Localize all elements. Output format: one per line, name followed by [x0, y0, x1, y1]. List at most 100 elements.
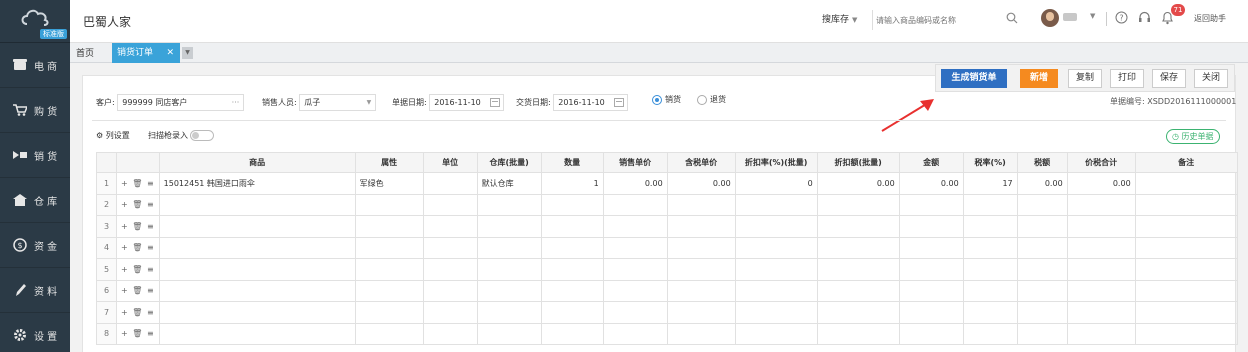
- more-icon[interactable]: ···: [232, 95, 240, 110]
- cell-amount[interactable]: [898, 236, 964, 259]
- cell-amount[interactable]: 0.00: [898, 172, 964, 195]
- print-button[interactable]: 打印: [1110, 69, 1144, 88]
- cell-tax-price[interactable]: [666, 322, 736, 345]
- cell-warehouse[interactable]: [476, 215, 542, 238]
- row-actions[interactable]: + 🗑 ≡: [116, 258, 160, 281]
- cell-note[interactable]: [1134, 172, 1238, 195]
- cell-amount[interactable]: [898, 279, 964, 302]
- cell-tax-price[interactable]: [666, 258, 736, 281]
- cell-unit[interactable]: [422, 301, 478, 324]
- cell-price[interactable]: [602, 193, 668, 216]
- cell-attr[interactable]: [354, 236, 424, 259]
- cell-discount-rate[interactable]: 0: [734, 172, 818, 195]
- cell-qty[interactable]: [540, 258, 604, 281]
- cell-price[interactable]: [602, 258, 668, 281]
- sidebar-item-data[interactable]: 资 料: [0, 268, 70, 313]
- row-actions[interactable]: + 🗑 ≡: [116, 301, 160, 324]
- customer-input[interactable]: 999999 同店客户 ···: [117, 94, 245, 111]
- cell-total[interactable]: [1066, 193, 1136, 216]
- cell-price[interactable]: [602, 236, 668, 259]
- cell-tax-rate[interactable]: [962, 279, 1018, 302]
- cell-total[interactable]: [1066, 279, 1136, 302]
- cell-price[interactable]: [602, 301, 668, 324]
- cell-qty[interactable]: [540, 236, 604, 259]
- cell-tax-rate[interactable]: [962, 236, 1018, 259]
- table-row[interactable]: 2 + 🗑 ≡: [96, 193, 1238, 216]
- cell-unit[interactable]: [422, 215, 478, 238]
- tab-sales-order[interactable]: 销货订单 ✕: [112, 43, 180, 63]
- cell-tax-rate[interactable]: [962, 258, 1018, 281]
- cell-attr[interactable]: [354, 215, 424, 238]
- cell-amount[interactable]: [898, 301, 964, 324]
- table-row[interactable]: 7 + 🗑 ≡: [96, 301, 1238, 324]
- cell-note[interactable]: [1134, 215, 1238, 238]
- cell-product[interactable]: [158, 258, 356, 281]
- cell-discount-amt[interactable]: [816, 322, 900, 345]
- search-scope-select[interactable]: 搜库存 ▼: [822, 12, 857, 25]
- cell-attr[interactable]: 军绿色: [354, 172, 424, 195]
- cell-warehouse[interactable]: [476, 193, 542, 216]
- cell-discount-rate[interactable]: [734, 301, 818, 324]
- row-actions[interactable]: + 🗑 ≡: [116, 172, 160, 195]
- cell-unit[interactable]: [422, 322, 478, 345]
- cell-tax[interactable]: [1016, 279, 1068, 302]
- calendar-icon[interactable]: [614, 98, 625, 107]
- cell-warehouse[interactable]: [476, 279, 542, 302]
- cell-tax-rate[interactable]: [962, 193, 1018, 216]
- sidebar-item-ecommerce[interactable]: 电 商: [0, 43, 70, 88]
- cell-tax[interactable]: 0.00: [1016, 172, 1068, 195]
- cell-total[interactable]: [1066, 236, 1136, 259]
- cell-discount-rate[interactable]: [734, 258, 818, 281]
- cell-unit[interactable]: [422, 279, 478, 302]
- cell-discount-rate[interactable]: [734, 236, 818, 259]
- table-row[interactable]: 8 + 🗑 ≡: [96, 322, 1238, 345]
- username-redacted[interactable]: [1063, 13, 1077, 21]
- close-icon[interactable]: ✕: [166, 43, 174, 63]
- cell-attr[interactable]: [354, 193, 424, 216]
- headset-icon[interactable]: [1138, 11, 1151, 24]
- cell-discount-amt[interactable]: [816, 236, 900, 259]
- cell-attr[interactable]: [354, 322, 424, 345]
- cell-tax-price[interactable]: 0.00: [666, 172, 736, 195]
- tab-home[interactable]: 首页: [76, 46, 94, 59]
- search-icon[interactable]: [1006, 12, 1018, 24]
- cell-note[interactable]: [1134, 301, 1238, 324]
- cell-tax-price[interactable]: [666, 301, 736, 324]
- cell-qty[interactable]: [540, 322, 604, 345]
- cell-warehouse[interactable]: [476, 236, 542, 259]
- column-settings-button[interactable]: ⚙ 列设置: [96, 130, 130, 141]
- table-row[interactable]: 3 + 🗑 ≡: [96, 215, 1238, 238]
- cell-discount-amt[interactable]: [816, 279, 900, 302]
- cell-tax[interactable]: [1016, 301, 1068, 324]
- cell-total[interactable]: [1066, 258, 1136, 281]
- salesperson-select[interactable]: 瓜子 ▼: [299, 94, 377, 111]
- row-actions[interactable]: + 🗑 ≡: [116, 236, 160, 259]
- row-actions[interactable]: + 🗑 ≡: [116, 279, 160, 302]
- cell-tax[interactable]: [1016, 193, 1068, 216]
- cell-product[interactable]: [158, 236, 356, 259]
- cell-product[interactable]: [158, 322, 356, 345]
- cell-attr[interactable]: [354, 258, 424, 281]
- cell-product[interactable]: [158, 301, 356, 324]
- cell-total[interactable]: [1066, 301, 1136, 324]
- cell-price[interactable]: [602, 322, 668, 345]
- avatar[interactable]: [1041, 9, 1059, 27]
- cell-product[interactable]: 15012451 韩国进口雨伞: [158, 172, 356, 195]
- sidebar-item-sales[interactable]: 销 货: [0, 133, 70, 178]
- table-row[interactable]: 1 + 🗑 ≡ 15012451 韩国进口雨伞 军绿色 默认仓库 1 0.00 0.00 0 0.…: [96, 172, 1238, 195]
- cell-tax-price[interactable]: [666, 193, 736, 216]
- cell-total[interactable]: [1066, 215, 1136, 238]
- new-button[interactable]: 新增: [1020, 69, 1058, 88]
- close-button[interactable]: 关闭: [1194, 69, 1228, 88]
- help-icon[interactable]: ?: [1115, 11, 1128, 24]
- cell-tax-price[interactable]: [666, 279, 736, 302]
- row-actions[interactable]: + 🗑 ≡: [116, 193, 160, 216]
- save-button[interactable]: 保存: [1152, 69, 1186, 88]
- cell-warehouse[interactable]: 默认仓库: [476, 172, 542, 195]
- cell-warehouse[interactable]: [476, 322, 542, 345]
- calendar-icon[interactable]: [490, 98, 501, 107]
- cell-warehouse[interactable]: [476, 258, 542, 281]
- cell-attr[interactable]: [354, 279, 424, 302]
- cell-price[interactable]: [602, 215, 668, 238]
- cell-tax[interactable]: [1016, 258, 1068, 281]
